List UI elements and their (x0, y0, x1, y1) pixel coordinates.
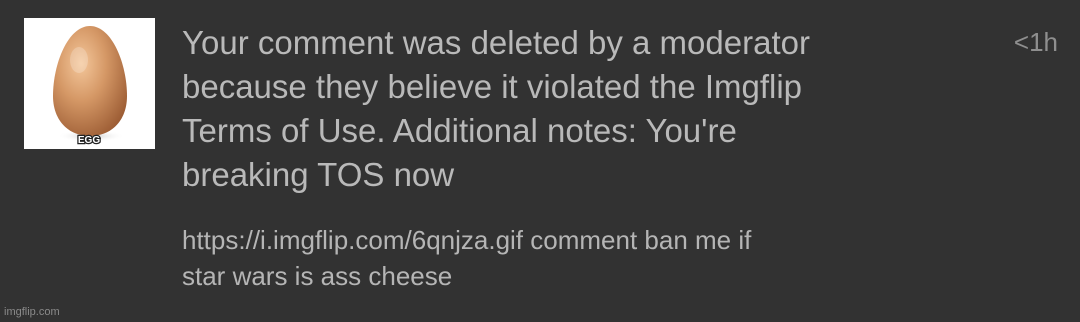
egg-thumbnail[interactable]: EGG (24, 18, 155, 149)
deleted-comment-text: https://i.imgflip.com/6qnjza.gif comment… (182, 225, 752, 291)
notification-item[interactable]: EGG Your comment was deleted by a modera… (0, 0, 1080, 322)
egg-icon: EGG (53, 26, 127, 147)
notification-message: Your comment was deleted by a moderator … (182, 24, 810, 193)
imgflip-watermark: imgflip.com (4, 306, 60, 318)
notification-timestamp: <1h (1013, 27, 1058, 57)
egg-caption: EGG (78, 135, 100, 146)
